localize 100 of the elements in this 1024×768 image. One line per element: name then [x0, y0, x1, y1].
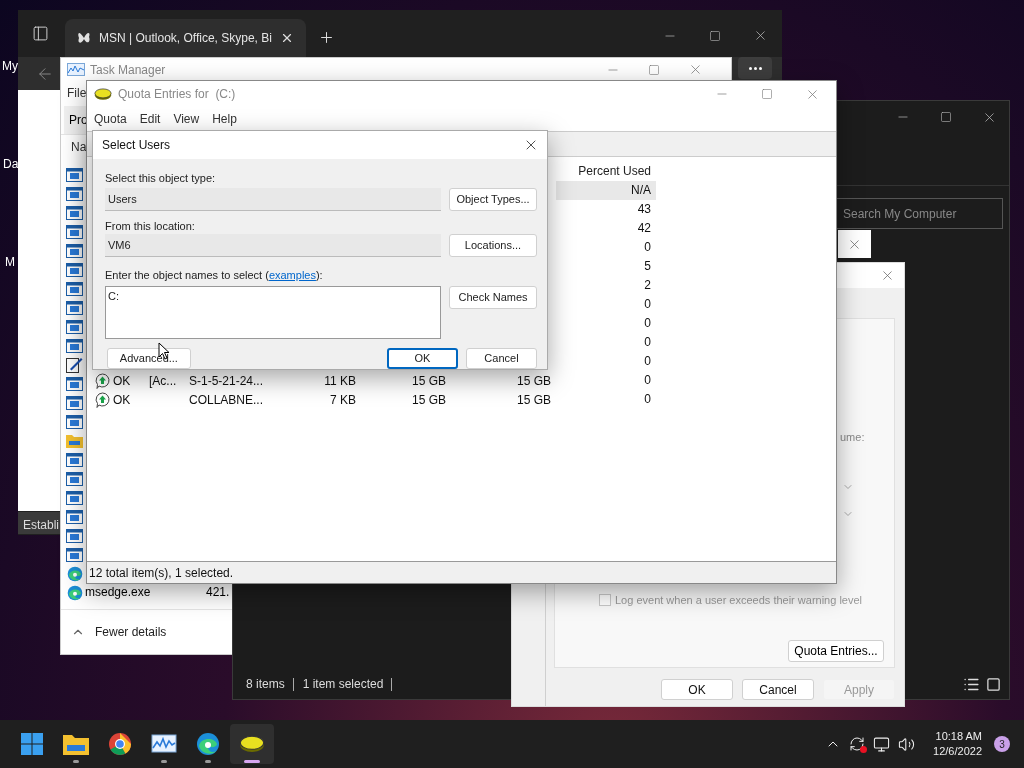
app-window-icon	[66, 300, 83, 315]
app-window-icon	[66, 243, 83, 258]
tricolor-circle-icon	[108, 732, 132, 756]
app-window-icon	[66, 547, 83, 562]
desktop-icon-label[interactable]: Da	[3, 155, 19, 173]
object-types-button[interactable]: Object Types...	[449, 188, 537, 211]
app-window-icon	[66, 414, 83, 429]
folder-icon	[63, 733, 89, 755]
process-name[interactable]: msedge.exe	[85, 586, 151, 599]
arrow-up-bubble-icon	[95, 372, 110, 389]
monitor-graph-icon	[67, 63, 85, 76]
swirl-icon	[196, 732, 220, 756]
app-window-icon	[66, 281, 83, 296]
table-cell-text: OK	[113, 372, 131, 390]
dialog-button[interactable]: Advanced...	[107, 348, 191, 369]
table-cell: COLLABNE...	[189, 392, 264, 407]
browser-tab[interactable]: MSN | Outlook, Office, Skype, Bi	[65, 19, 306, 57]
table-cell: S-1-5-21-24...	[189, 373, 264, 388]
checkbox-label: Log event when a user exceeds their warning level	[615, 592, 863, 608]
table-cell: 15 GB	[411, 392, 446, 407]
app-window-icon	[66, 490, 83, 505]
app-window-icon	[66, 509, 83, 524]
close-icon[interactable]	[753, 28, 768, 43]
status-text: 12 total item(s), 1 selected.	[89, 564, 234, 582]
table-cell: [Ac...	[149, 373, 177, 388]
table-cell-text: OK	[113, 391, 131, 409]
field-label: From this location:	[105, 219, 196, 233]
notepad-pen-icon	[66, 356, 83, 373]
table-cell[interactable]: 0	[556, 295, 656, 314]
app-window-icon	[66, 452, 83, 467]
start-icon	[20, 732, 44, 756]
dialog-button[interactable]: Cancel	[465, 348, 537, 369]
table-cell[interactable]: 2	[556, 276, 656, 295]
menu-item[interactable]: Edit	[139, 110, 161, 128]
menu-item[interactable]: Quota	[94, 110, 127, 128]
column-header[interactable]: Na	[71, 138, 87, 156]
table-cell[interactable]: 43	[556, 200, 656, 219]
network-icon[interactable]	[873, 735, 891, 753]
tiles-view-icon[interactable]	[986, 676, 1001, 692]
volume-icon[interactable]	[898, 735, 916, 753]
table-cell[interactable]: 0	[556, 333, 656, 352]
label-text: ume:	[840, 430, 866, 445]
maximize-icon[interactable]	[709, 29, 721, 42]
table-cell[interactable]: 0	[556, 314, 656, 333]
tab-title: MSN | Outlook, Office, Skype, Bi	[99, 30, 272, 47]
app-window-icon	[66, 167, 83, 182]
table-cell[interactable]: N/A	[556, 181, 656, 200]
maximize-icon[interactable]	[940, 111, 952, 123]
status-text: 1 item selected	[302, 677, 393, 691]
search-placeholder: Search My Computer	[843, 205, 957, 223]
clock[interactable]: 10:18 AM 12/6/2022	[933, 729, 982, 759]
app-window-icon	[66, 376, 83, 391]
dialog-button[interactable]: Cancel	[742, 679, 814, 700]
disk-icon	[239, 734, 265, 754]
taskbar-button[interactable]	[230, 724, 274, 764]
memory-value: 421.	[206, 586, 230, 599]
menu-item[interactable]: Help	[212, 110, 237, 128]
clock-time: 10:18 AM	[935, 729, 982, 744]
monitor-graph-icon	[151, 733, 177, 755]
app-window-icon	[66, 224, 83, 239]
window-title: Quota Entries for (C:)	[118, 86, 236, 103]
desktop-icon-label[interactable]: M	[5, 253, 15, 271]
clock-date: 12/6/2022	[933, 744, 982, 759]
table-cell: 15 GB	[516, 392, 551, 407]
dialog-button[interactable]: OK	[386, 348, 458, 369]
notification-badge[interactable]: 3	[994, 736, 1010, 752]
more-button[interactable]	[738, 57, 772, 79]
fewer-details-link[interactable]: Fewer details	[95, 623, 167, 641]
table-cell[interactable]: 0	[556, 390, 656, 409]
folder-icon	[66, 433, 83, 448]
table-cell[interactable]: 0	[556, 238, 656, 257]
disk-icon	[94, 87, 112, 101]
desktop-icon-label[interactable]: My	[2, 57, 18, 75]
field-label: Select this object type:	[105, 171, 217, 185]
app-window-icon	[66, 395, 83, 410]
table-cell[interactable]: 0	[556, 352, 656, 371]
object-type-field: Users	[105, 188, 441, 211]
locations-button[interactable]: Locations...	[449, 234, 537, 257]
object-names-field[interactable]: C:	[105, 286, 441, 339]
sidebar-icon[interactable]	[32, 25, 49, 42]
quota-entries-button[interactable]: Quota Entries...	[788, 640, 884, 662]
swirl-icon	[66, 565, 83, 582]
swirl-icon	[66, 584, 83, 601]
dialog-title: Select Users	[102, 137, 171, 154]
column-header[interactable]: Percent Used	[556, 162, 656, 180]
location-field: VM6	[105, 234, 441, 257]
table-cell: 15 GB	[411, 373, 446, 388]
app-window-icon	[66, 186, 83, 201]
table-cell[interactable]: 0	[556, 371, 656, 390]
prompt-text: Enter the object names to select (examples):	[105, 268, 324, 282]
dialog-button[interactable]: OK	[661, 679, 733, 700]
table-cell[interactable]: 5	[556, 257, 656, 276]
check-names-button[interactable]: Check Names	[449, 286, 537, 309]
table-cell: 7 KB	[330, 392, 356, 407]
sync-alert-icon[interactable]	[849, 736, 866, 752]
menu-item[interactable]: View	[173, 110, 200, 128]
table-cell[interactable]: 42	[556, 219, 656, 238]
menu-item[interactable]: File	[67, 84, 87, 102]
app-window-icon	[66, 205, 83, 220]
app-window-icon	[66, 338, 83, 353]
